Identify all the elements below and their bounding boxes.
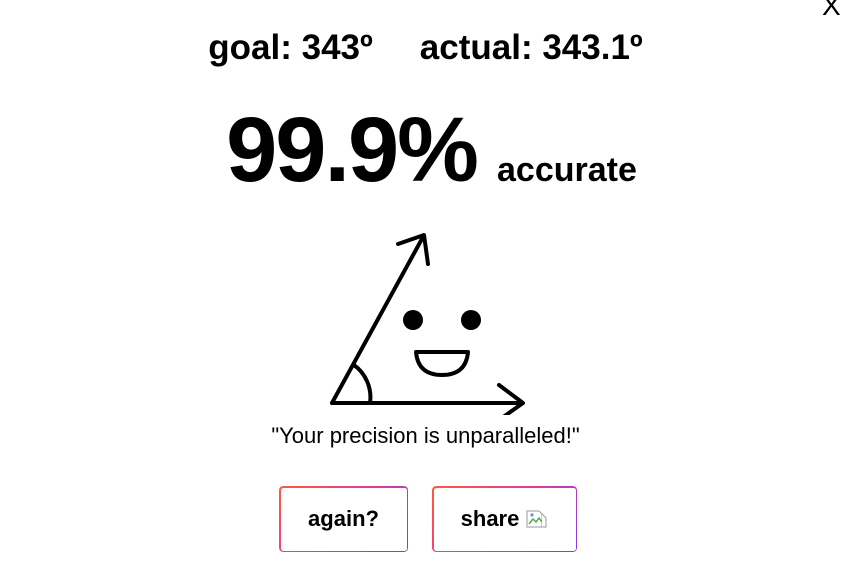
action-buttons: again? share: [279, 486, 577, 552]
smiling-angle-mascot-icon: [330, 233, 525, 415]
score-row: goal: 343º actual: 343.1º: [0, 27, 851, 69]
mascot-left-eye: [403, 310, 423, 330]
accuracy-label: accurate: [497, 151, 637, 189]
results-screen: X goal: 343º actual: 343.1º 99.9% accura…: [0, 0, 851, 582]
again-button[interactable]: again?: [279, 486, 408, 552]
upper-arrowhead: [396, 233, 430, 266]
close-button[interactable]: X: [822, 0, 841, 20]
share-button[interactable]: share: [432, 486, 577, 552]
share-button-content: share: [461, 506, 549, 532]
mascot-right-eye: [461, 310, 481, 330]
again-button-label: again?: [308, 506, 379, 531]
share-button-label: share: [460, 506, 520, 531]
goal-angle: goal: 343º: [208, 28, 373, 67]
broken-image-icon: [526, 510, 547, 528]
accuracy-result: 99.9% accurate: [6, 99, 851, 201]
accuracy-percentage: 99.9%: [226, 99, 479, 201]
mascot-mouth: [414, 350, 470, 377]
base-arrowhead: [497, 383, 525, 415]
result-quote: "Your precision is unparalleled!": [271, 423, 580, 448]
angle-arc: [352, 363, 373, 405]
actual-angle: actual: 343.1º: [419, 28, 643, 67]
